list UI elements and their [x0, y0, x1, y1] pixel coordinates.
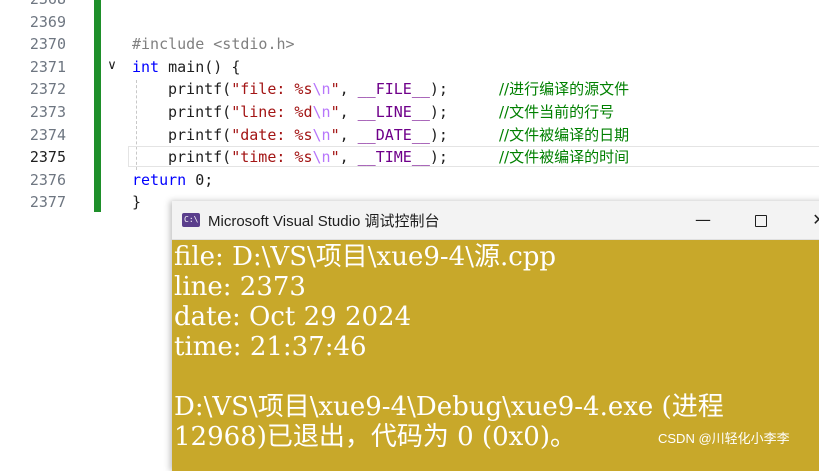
- line-number: 2372: [29, 80, 66, 98]
- escape-sequence: \n: [312, 148, 331, 166]
- main-signature: int main() {: [132, 56, 240, 79]
- string-literal: "file: %s: [231, 80, 313, 98]
- string-literal: ": [330, 80, 340, 98]
- line-number: 2368: [0, 0, 66, 11]
- console-app-icon: C:\: [182, 213, 200, 227]
- statement-end: );: [429, 103, 448, 121]
- line-number: 2376: [29, 171, 66, 189]
- line-number: 2377: [29, 193, 66, 211]
- code-comment: //文件被编译的日期: [499, 126, 630, 144]
- code-comment: //进行编译的源文件: [499, 80, 630, 98]
- line-number: 2370: [29, 35, 66, 53]
- string-literal: "line: %d: [231, 103, 313, 121]
- statement-end: );: [429, 80, 448, 98]
- code-line-printf-time: printf("time: %s\n", __TIME__);: [168, 146, 448, 169]
- separator: ,: [339, 148, 358, 166]
- console-output-line: line: 2373: [174, 272, 306, 302]
- macro-name: __LINE__: [357, 103, 430, 121]
- line-number: 2371: [29, 58, 66, 76]
- statement-end: );: [429, 126, 448, 144]
- maximize-icon: [755, 214, 767, 227]
- keyword-int: int: [132, 58, 160, 76]
- keyword-return: return: [132, 171, 187, 189]
- statement-end: );: [429, 148, 448, 166]
- escape-sequence: \n: [312, 126, 331, 144]
- macro-name: __TIME__: [357, 148, 430, 166]
- console-output-line: file: D:\VS\项目\xue9-4\源.cpp: [174, 242, 557, 272]
- code-comment: //文件当前的行号: [499, 103, 615, 121]
- return-value: 0;: [186, 171, 214, 189]
- code-line-printf-line: printf("line: %d\n", __LINE__);: [168, 101, 448, 124]
- code-comment: //文件被编译的时间: [499, 148, 630, 166]
- console-title: Microsoft Visual Studio 调试控制台: [208, 213, 440, 230]
- code-line-printf-file: printf("file: %s\n", __FILE__);: [168, 78, 448, 101]
- string-literal: "date: %s: [231, 126, 313, 144]
- maximize-button[interactable]: [732, 201, 790, 239]
- escape-sequence: \n: [312, 103, 331, 121]
- function-name: printf(: [168, 126, 232, 144]
- fold-collapse-icon[interactable]: ∨: [104, 58, 120, 74]
- console-output-line: 12968)已退出，代码为 0 (0x0)。: [174, 422, 576, 452]
- separator: ,: [339, 103, 358, 121]
- console-output-line: time: 21:37:46: [174, 332, 367, 362]
- function-name: printf(: [168, 80, 232, 98]
- change-tracking-bar: [94, 0, 101, 212]
- function-name: printf(: [168, 103, 232, 121]
- code-line-return: return 0;: [132, 169, 213, 192]
- include-directive: #include <stdio.h>: [132, 35, 295, 53]
- function-name: printf(: [168, 148, 232, 166]
- console-output-line: D:\VS\项目\xue9-4\Debug\xue9-4.exe (进程: [174, 392, 724, 422]
- string-literal: "time: %s: [231, 148, 313, 166]
- line-number-active: 2375: [29, 148, 66, 166]
- line-number: 2369: [29, 13, 66, 31]
- line-number-gutter: 2368 2369 2370 2371 2372 2373 2374 2375 …: [0, 0, 92, 456]
- string-literal: ": [330, 126, 340, 144]
- separator: ,: [339, 126, 358, 144]
- main-decl: main() {: [159, 58, 241, 76]
- separator: ,: [339, 80, 358, 98]
- line-number: 2374: [29, 126, 66, 144]
- line-number: 2373: [29, 103, 66, 121]
- console-title-bar[interactable]: C:\ Microsoft Visual Studio 调试控制台 — ✕: [172, 201, 819, 240]
- code-line-printf-date: printf("date: %s\n", __DATE__);: [168, 124, 448, 147]
- string-literal: ": [330, 103, 340, 121]
- closing-brace: }: [132, 193, 142, 211]
- minimize-button[interactable]: —: [674, 201, 732, 239]
- escape-sequence: \n: [312, 80, 331, 98]
- macro-name: __DATE__: [357, 126, 430, 144]
- csdn-watermark: CSDN @川轻化小李李: [658, 431, 790, 446]
- string-literal: ": [330, 148, 340, 166]
- macro-name: __FILE__: [357, 80, 430, 98]
- close-button[interactable]: ✕: [790, 201, 819, 239]
- console-output-line: date: Oct 29 2024: [174, 302, 412, 332]
